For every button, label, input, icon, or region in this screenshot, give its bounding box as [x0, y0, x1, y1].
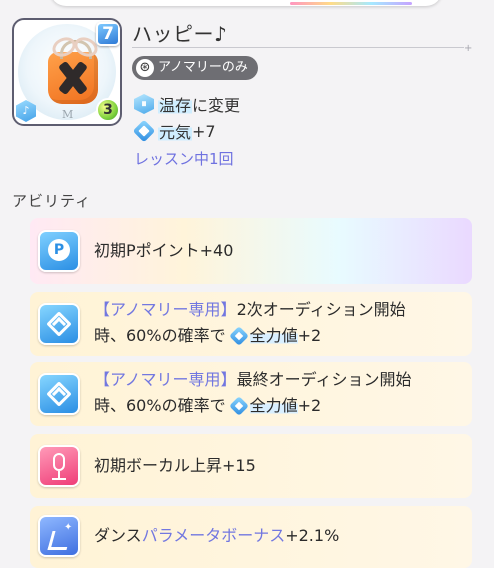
diamond-blue-icon: [228, 326, 249, 346]
anomaly-only-tag: 【アノマリー専用】: [94, 370, 237, 389]
diamond-blue-icon: [228, 396, 249, 416]
effect-row: ⏸ 温存 に変更: [134, 92, 240, 116]
ability-line1: 最終オーディション開始: [236, 370, 412, 389]
rarity-letter: M: [62, 108, 74, 121]
ability-item[interactable]: ✦ ダンスパラメータボーナス+2.1%: [30, 506, 472, 568]
chevron-up-icon: [38, 373, 80, 415]
anomaly-only-tag: 【アノマリー専用】: [94, 300, 237, 319]
dance-icon: ✦: [38, 515, 80, 557]
ability-item[interactable]: 初期ボーカル上昇+15: [30, 434, 472, 498]
ability-section-title: アビリティ: [12, 192, 92, 210]
ability-text: ダンスパラメータボーナス+2.1%: [94, 523, 339, 549]
diamond-blue-icon: [132, 119, 156, 143]
ability-text: 【アノマリー専用】最終オーディション開始 時、60%の確率で 全力値+2: [94, 367, 411, 419]
title-divider: [132, 47, 464, 48]
effect-suffix: +7: [192, 121, 216, 141]
bag-illustration: [48, 33, 101, 104]
stat-keyword: 全力値: [249, 396, 298, 415]
anomaly-icon: ⊛: [136, 59, 154, 77]
plan-tag-label: アノマリーのみ: [158, 60, 248, 75]
effect-keyword: 温存: [158, 92, 193, 116]
ability-line2: 時、60%の確率で: [94, 396, 226, 415]
ability-line1: 2次オーディション開始: [236, 300, 406, 319]
microphone-icon: [38, 445, 80, 487]
p-point-icon: [38, 230, 80, 272]
stat-suffix: +2: [297, 326, 322, 345]
level-badge: 3: [96, 98, 120, 122]
lesson-limit-note: レッスン中1回: [134, 150, 234, 168]
effect-row: 元気 +7: [132, 119, 216, 143]
effect-suffix: に変更: [192, 96, 241, 115]
ability-suffix: +2.1%: [285, 526, 340, 545]
ability-prefix: ダンス: [94, 526, 142, 545]
ability-item[interactable]: 【アノマリー専用】最終オーディション開始 時、60%の確率で 全力値+2: [30, 362, 472, 426]
card-title: ハッピー♪: [132, 22, 228, 46]
top-tab-bar: [50, 0, 442, 6]
ability-text: 初期ボーカル上昇+15: [94, 456, 256, 475]
cost-badge: 7: [96, 22, 120, 46]
ability-item[interactable]: 【アノマリー専用】2次オーディション開始 時、60%の確率で 全力値+2: [30, 292, 472, 356]
divider-end-icon: +: [464, 43, 473, 54]
ability-keyword: パラメータボーナス: [141, 526, 286, 545]
ability-text: 初期Pポイント+40: [94, 241, 234, 260]
ability-text: 【アノマリー専用】2次オーディション開始 時、60%の確率で 全力値+2: [94, 297, 406, 349]
hex-blue-icon: ⏸: [134, 94, 154, 114]
stat-suffix: +2: [297, 396, 322, 415]
stat-keyword: 全力値: [249, 326, 298, 345]
rainbow-accent: [290, 2, 412, 5]
ability-line2: 時、60%の確率で: [94, 326, 226, 345]
ability-item[interactable]: 初期Pポイント+40: [30, 218, 472, 284]
effect-keyword: 元気: [158, 119, 193, 143]
card-thumbnail[interactable]: 7 ♪ M 3: [12, 18, 122, 126]
plan-tag-badge: ⊛ アノマリーのみ: [132, 56, 258, 80]
chevron-up-icon: [38, 303, 80, 345]
